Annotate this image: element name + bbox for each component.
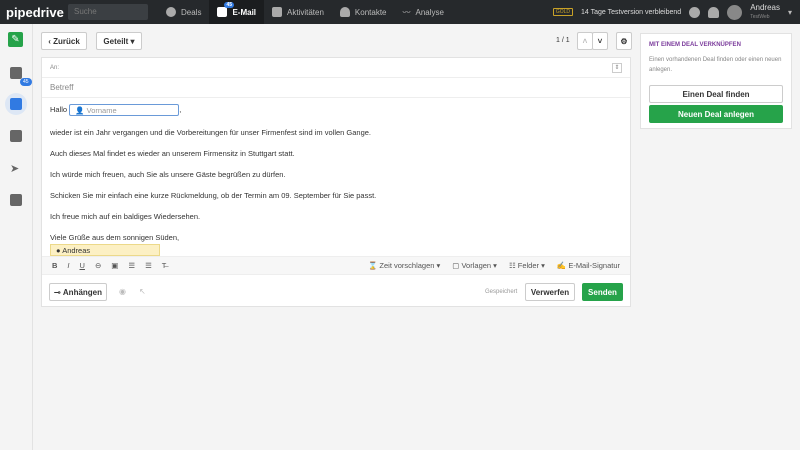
calendar-icon	[272, 7, 283, 17]
top-bar: pipedrive Suche Deals 45 E-Mail Aktivität…	[0, 0, 800, 24]
firstname-variable[interactable]: 👤 Vorname	[69, 104, 180, 116]
paragraph: Auch dieses Mal findet es wieder an unse…	[50, 149, 295, 158]
send-icon[interactable]: ➤	[10, 162, 22, 175]
saved-status: Gespeichert	[485, 289, 518, 295]
archive-in-icon[interactable]	[10, 130, 22, 142]
templates-button[interactable]: ▢ Vorlagen ▾	[452, 261, 497, 270]
nav-activities[interactable]: Aktivitäten	[264, 0, 332, 24]
nav-label: Analyse	[415, 7, 444, 17]
paragraph: Ich freue mich auf ein baldiges Wiederse…	[50, 212, 201, 221]
chevron-down-icon[interactable]: ▾	[788, 8, 792, 17]
card-title: MIT EINEM DEAL VERKNÜPFEN	[649, 42, 741, 48]
label: Zeit vorschlagen	[379, 261, 435, 270]
logo[interactable]: pipedrive	[6, 5, 66, 20]
attach-label: Anhängen	[62, 287, 103, 297]
nav-analysis[interactable]: 〰 Analyse	[395, 0, 452, 24]
format-toolbar: B I U ⊖ ▣ ☰ ☰ T̶ ⌛ Zeit vorschlagen ▾ ▢ Vorla…	[42, 256, 630, 275]
email-composer: An: ⇕ Betreff Hallo 👤 Vorname, wieder ist…	[41, 57, 631, 307]
search-input[interactable]: Suche	[68, 4, 148, 20]
subject-input[interactable]: Betreff	[42, 78, 630, 98]
next-button[interactable]: ˅	[592, 32, 608, 50]
shared-label: Geteilt	[103, 36, 129, 46]
user-company: TestWeb	[750, 13, 770, 20]
nav-label: Deals	[181, 7, 202, 17]
signature-variable[interactable]: ● Andreas	[50, 244, 160, 256]
paragraph: Schicken Sie mir einfach eine kurze Rück…	[50, 191, 377, 200]
sidebar: ✎ 45 ➤	[0, 24, 33, 450]
bell-icon[interactable]	[708, 6, 720, 18]
greeting: Hallo	[50, 104, 68, 114]
image-icon[interactable]: ▣	[111, 261, 118, 270]
to-field[interactable]: An: ⇕	[42, 58, 630, 78]
closing: Viele Grüße aus dem sonnigen Süden,	[50, 233, 180, 242]
nav-label: E-Mail	[232, 7, 257, 17]
paragraph: wieder ist ein Jahr vergangen und die Vo…	[50, 128, 372, 137]
nav-deals[interactable]: Deals	[158, 0, 209, 24]
user-menu[interactable]: Andreas TestWeb	[750, 2, 780, 21]
archive-icon[interactable]	[10, 194, 22, 206]
trend-icon: 〰	[402, 7, 411, 17]
create-deal-button[interactable]: Neuen Deal anlegen	[649, 105, 783, 123]
label: Felder	[517, 261, 540, 270]
plan-badge: GOLD	[552, 8, 574, 16]
paragraph: Ich würde mich freuen, auch Sie als unse…	[50, 170, 286, 179]
trial-text[interactable]: 14 Tage Testversion verbleibend	[581, 9, 681, 16]
user-name: Andreas	[750, 2, 780, 12]
back-button[interactable]: ‹ Zurück	[41, 32, 87, 50]
avatar[interactable]	[727, 4, 743, 20]
label: E-Mail-Signatur	[568, 261, 620, 270]
attach-button[interactable]: ⊸ Anhängen	[49, 283, 107, 301]
numbered-list-icon[interactable]: ☰	[145, 261, 152, 270]
label: Vorlagen	[461, 261, 492, 270]
compose-button[interactable]: ✎	[8, 32, 23, 47]
underline-icon[interactable]: U	[80, 261, 85, 270]
shared-dropdown[interactable]: Geteilt ▾	[96, 32, 142, 50]
send-button[interactable]: Senden	[582, 283, 623, 301]
var-label: Vorname	[86, 106, 117, 115]
help-icon[interactable]	[689, 6, 701, 18]
tracking-eye-icon[interactable]: ◉	[119, 287, 126, 296]
discard-button[interactable]: Verwerfen	[525, 283, 575, 301]
draft-icon[interactable]	[10, 98, 22, 110]
nav-label: Aktivitäten	[287, 7, 324, 17]
signature-name: Andreas	[62, 246, 91, 255]
nav-label: Kontakte	[354, 7, 387, 17]
to-label: An:	[50, 64, 60, 71]
click-tracking-icon[interactable]: ↖	[139, 287, 146, 296]
card-description: Einen vorhandenen Deal finden oder einen…	[649, 57, 782, 73]
pager: 1 / 1	[556, 37, 570, 44]
dollar-icon	[166, 7, 176, 17]
suggest-time-button[interactable]: ⌛ Zeit vorschlagen ▾	[368, 261, 440, 270]
link-icon[interactable]: ⊖	[95, 261, 101, 270]
fields-button[interactable]: ☷ Felder ▾	[509, 261, 545, 270]
settings-gear-icon[interactable]: ⚙	[616, 32, 632, 50]
link-deal-card: MIT EINEM DEAL VERKNÜPFEN Einen vorhande…	[640, 33, 792, 129]
person-icon	[339, 7, 350, 17]
mail-icon	[217, 7, 228, 17]
expand-icon[interactable]: ⇕	[612, 62, 622, 73]
prev-button[interactable]: ˄	[577, 32, 593, 50]
inbox-icon[interactable]	[10, 67, 22, 79]
signature-button[interactable]: ✍ E-Mail-Signatur	[557, 261, 620, 270]
bullet-list-icon[interactable]: ☰	[128, 261, 135, 270]
inbox-badge: 45	[20, 78, 32, 86]
back-label: Zurück	[53, 36, 80, 46]
find-deal-button[interactable]: Einen Deal finden	[649, 85, 783, 103]
nav-contacts[interactable]: Kontakte	[332, 0, 395, 24]
mail-badge: 45	[224, 2, 235, 8]
bold-icon[interactable]: B	[52, 261, 57, 270]
clear-format-icon[interactable]: T̶	[162, 261, 167, 270]
nav-email[interactable]: 45 E-Mail	[209, 0, 265, 24]
italic-icon[interactable]: I	[67, 261, 69, 270]
email-body[interactable]: Hallo 👤 Vorname, wieder ist ein Jahr ver…	[42, 98, 630, 262]
